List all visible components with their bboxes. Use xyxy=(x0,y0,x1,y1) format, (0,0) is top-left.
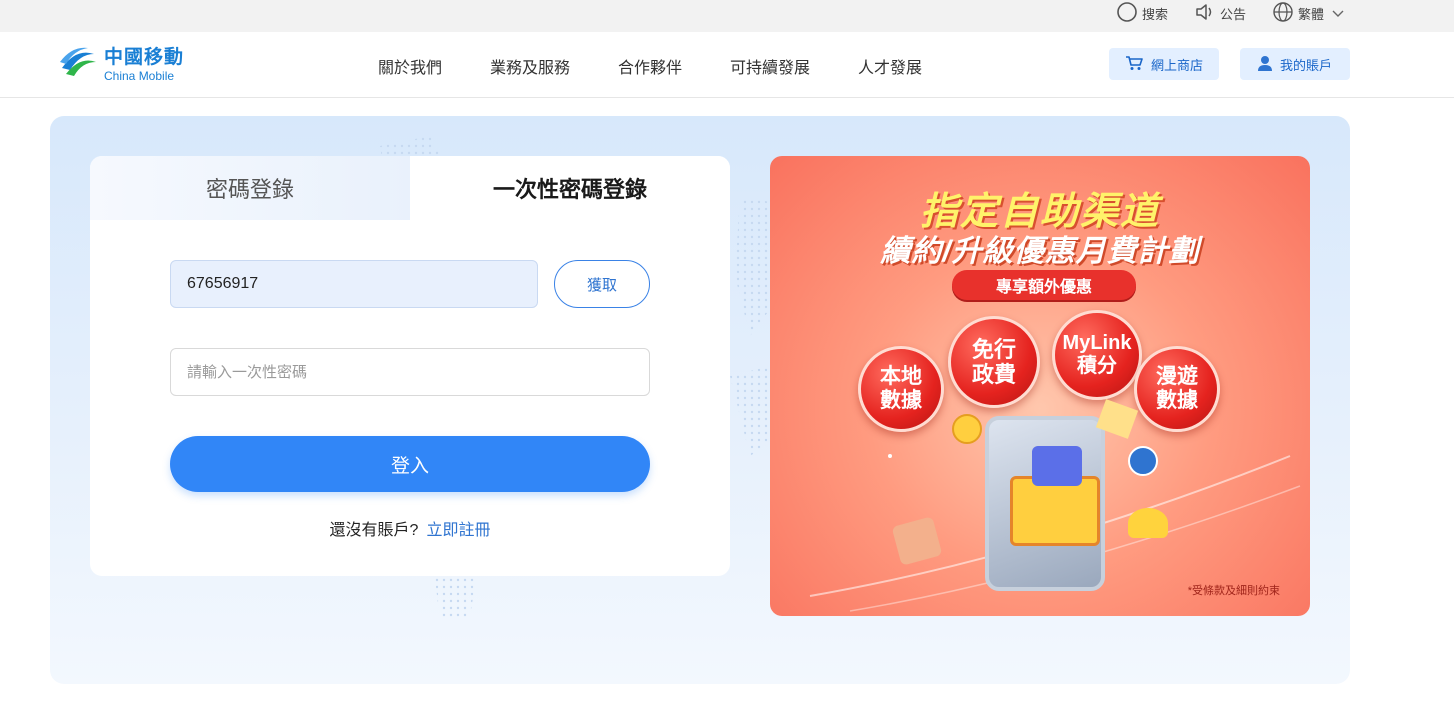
banner-footnote: *受條款及細則約束 xyxy=(1187,585,1280,597)
online-shop-label: 網上商店 xyxy=(1150,57,1203,73)
nav-partners[interactable]: 合作夥伴 xyxy=(618,54,682,78)
nav-business-services[interactable]: 業務及服務 xyxy=(490,54,570,78)
china-mobile-logo[interactable]: 中國移動 China Mobile xyxy=(58,44,198,86)
banner-title-line2: 續約/升級優惠月費計劃 xyxy=(880,235,1200,268)
login-button[interactable]: 登入 xyxy=(170,436,650,492)
language-selector[interactable]: 繁體 xyxy=(1272,0,1348,26)
bell-illustration xyxy=(1128,508,1168,538)
bubble-mylink-line1: MyLink xyxy=(1062,332,1132,354)
search-link[interactable]: 搜索 xyxy=(1116,0,1168,26)
bubble-admin-fee-line1: 免行 xyxy=(971,336,1016,362)
tab-otp-login[interactable]: 一次性密碼登錄 xyxy=(410,156,730,220)
bubble-roaming-data: 漫遊 數據 xyxy=(1134,346,1220,432)
banner-pill: 專享額外優惠 xyxy=(952,270,1136,300)
promo-banner[interactable]: 指定自助渠道 續約/升級優惠月費計劃 專享額外優惠 本地 數據 免行 政費 My… xyxy=(770,156,1310,616)
register-prompt: 還沒有賬戶? 立即註冊 xyxy=(90,516,730,540)
speaker-icon xyxy=(1194,2,1220,25)
nav-talent[interactable]: 人才發展 xyxy=(858,54,922,78)
notice-link[interactable]: 公告 xyxy=(1194,0,1246,26)
utility-bar: 搜索 公告 繁體 xyxy=(0,0,1454,32)
my-account-button[interactable]: 我的賬戶 xyxy=(1240,48,1350,80)
bubble-local-data: 本地 數據 xyxy=(858,346,944,432)
get-otp-button[interactable]: 獲取 xyxy=(554,260,650,308)
tab-password-login[interactable]: 密碼登錄 xyxy=(90,156,410,220)
coin-icon xyxy=(952,414,982,444)
register-link[interactable]: 立即註冊 xyxy=(426,522,490,539)
online-shop-button[interactable]: 網上商店 xyxy=(1109,48,1219,80)
cart-icon xyxy=(1125,55,1151,74)
gift-box-illustration xyxy=(1010,476,1100,546)
search-icon xyxy=(1116,1,1142,26)
bubble-roaming-line1: 漫遊 xyxy=(1156,364,1198,388)
login-card: 密碼登錄 一次性密碼登錄 獲取 登入 還沒有賬戶? 立即註冊 xyxy=(90,156,730,576)
notice-label: 公告 xyxy=(1220,6,1247,22)
exchange-icon xyxy=(1128,446,1158,476)
nav-sustainability[interactable]: 可持續發展 xyxy=(730,54,810,78)
search-label: 搜索 xyxy=(1142,6,1169,22)
globe-icon xyxy=(1272,1,1298,26)
logo-mark-icon xyxy=(58,44,98,87)
my-account-label: 我的賬戶 xyxy=(1279,57,1332,73)
bubble-admin-fee-line2: 政費 xyxy=(971,362,1016,387)
bubble-mylink-line2: 積分 xyxy=(1077,355,1117,377)
bubble-local-data-line2: 數據 xyxy=(880,389,922,412)
shopping-bag-illustration xyxy=(1032,446,1082,486)
bubble-local-data-line1: 本地 xyxy=(880,364,922,388)
logo-chinese-text: 中國移動 xyxy=(104,47,185,68)
phone-number-input[interactable] xyxy=(170,260,538,308)
nav-about-us[interactable]: 關於我們 xyxy=(378,54,442,78)
user-icon xyxy=(1257,55,1280,74)
otp-input[interactable] xyxy=(170,348,650,396)
logo-english-text: China Mobile xyxy=(104,69,175,83)
language-label: 繁體 xyxy=(1298,6,1325,22)
bubble-roaming-line2: 數據 xyxy=(1156,389,1198,412)
no-account-text: 還沒有賬戶? xyxy=(329,522,419,539)
chevron-down-icon xyxy=(1332,6,1348,21)
bubble-mylink-points: MyLink 積分 xyxy=(1052,310,1142,400)
bubble-admin-fee: 免行 政費 xyxy=(948,316,1040,408)
main-nav: 中國移動 China Mobile 關於我們 業務及服務 合作夥伴 可持續發展 … xyxy=(0,32,1454,98)
